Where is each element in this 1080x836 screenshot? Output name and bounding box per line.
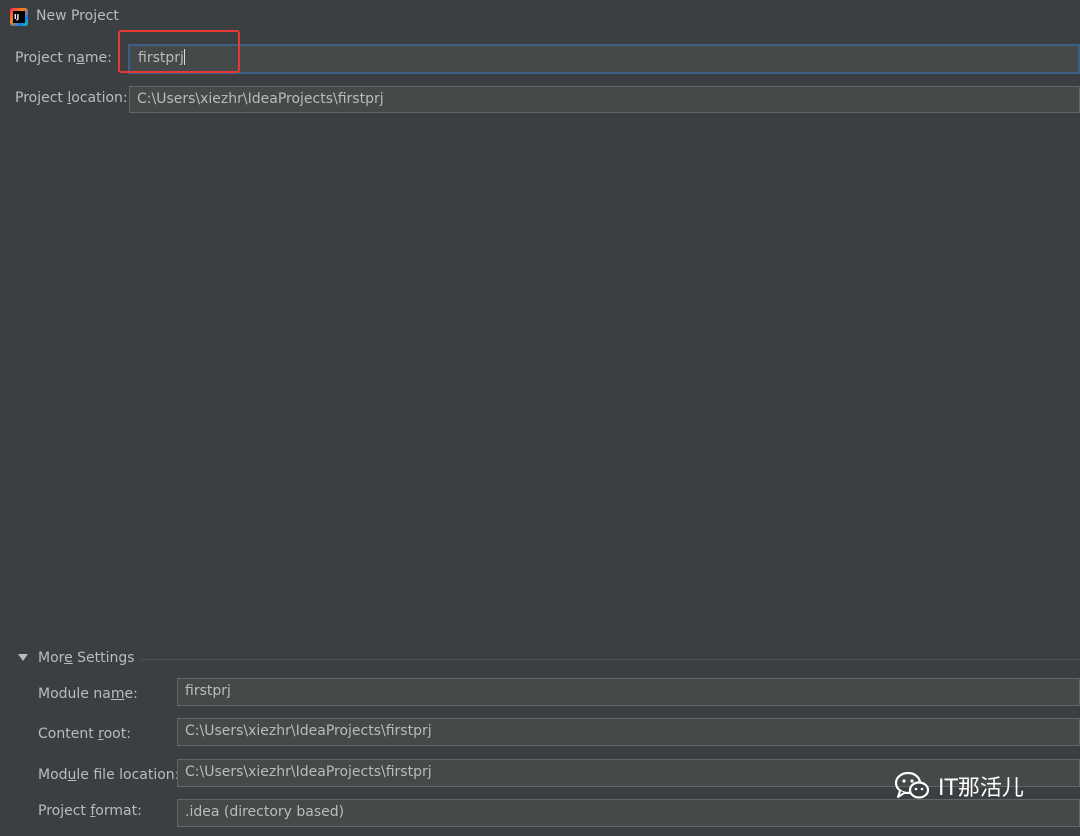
more-settings-toggle[interactable]: More Settings [18,650,135,666]
watermark-text: IT那活儿 [938,776,1024,801]
project-name-label: Project name: [15,50,112,66]
triangle-down-icon [18,654,28,661]
wechat-icon [894,771,930,799]
content-root-input[interactable]: C:\Users\xiezhr\IdeaProjects\firstprj [177,718,1080,746]
project-name-input[interactable]: firstprj [128,44,1080,74]
module-name-input[interactable]: firstprj [177,678,1080,706]
window-title: New Project [36,8,119,24]
content-root-label: Content root: [38,726,131,742]
module-file-location-label: Module file location: [38,767,180,783]
annotation-highlight-box [118,30,240,73]
project-location-label: Project location: [15,90,128,106]
project-format-select[interactable]: .idea (directory based) [177,799,1080,827]
project-location-input[interactable]: C:\Users\xiezhr\IdeaProjects\firstprj [129,86,1080,113]
title-bar: IJ New Project [0,0,1080,34]
intellij-idea-icon: IJ [10,8,28,26]
section-divider [140,659,1080,660]
watermark: IT那活儿 [894,770,1024,802]
module-name-label: Module name: [38,686,138,702]
project-format-label: Project format: [38,803,142,819]
